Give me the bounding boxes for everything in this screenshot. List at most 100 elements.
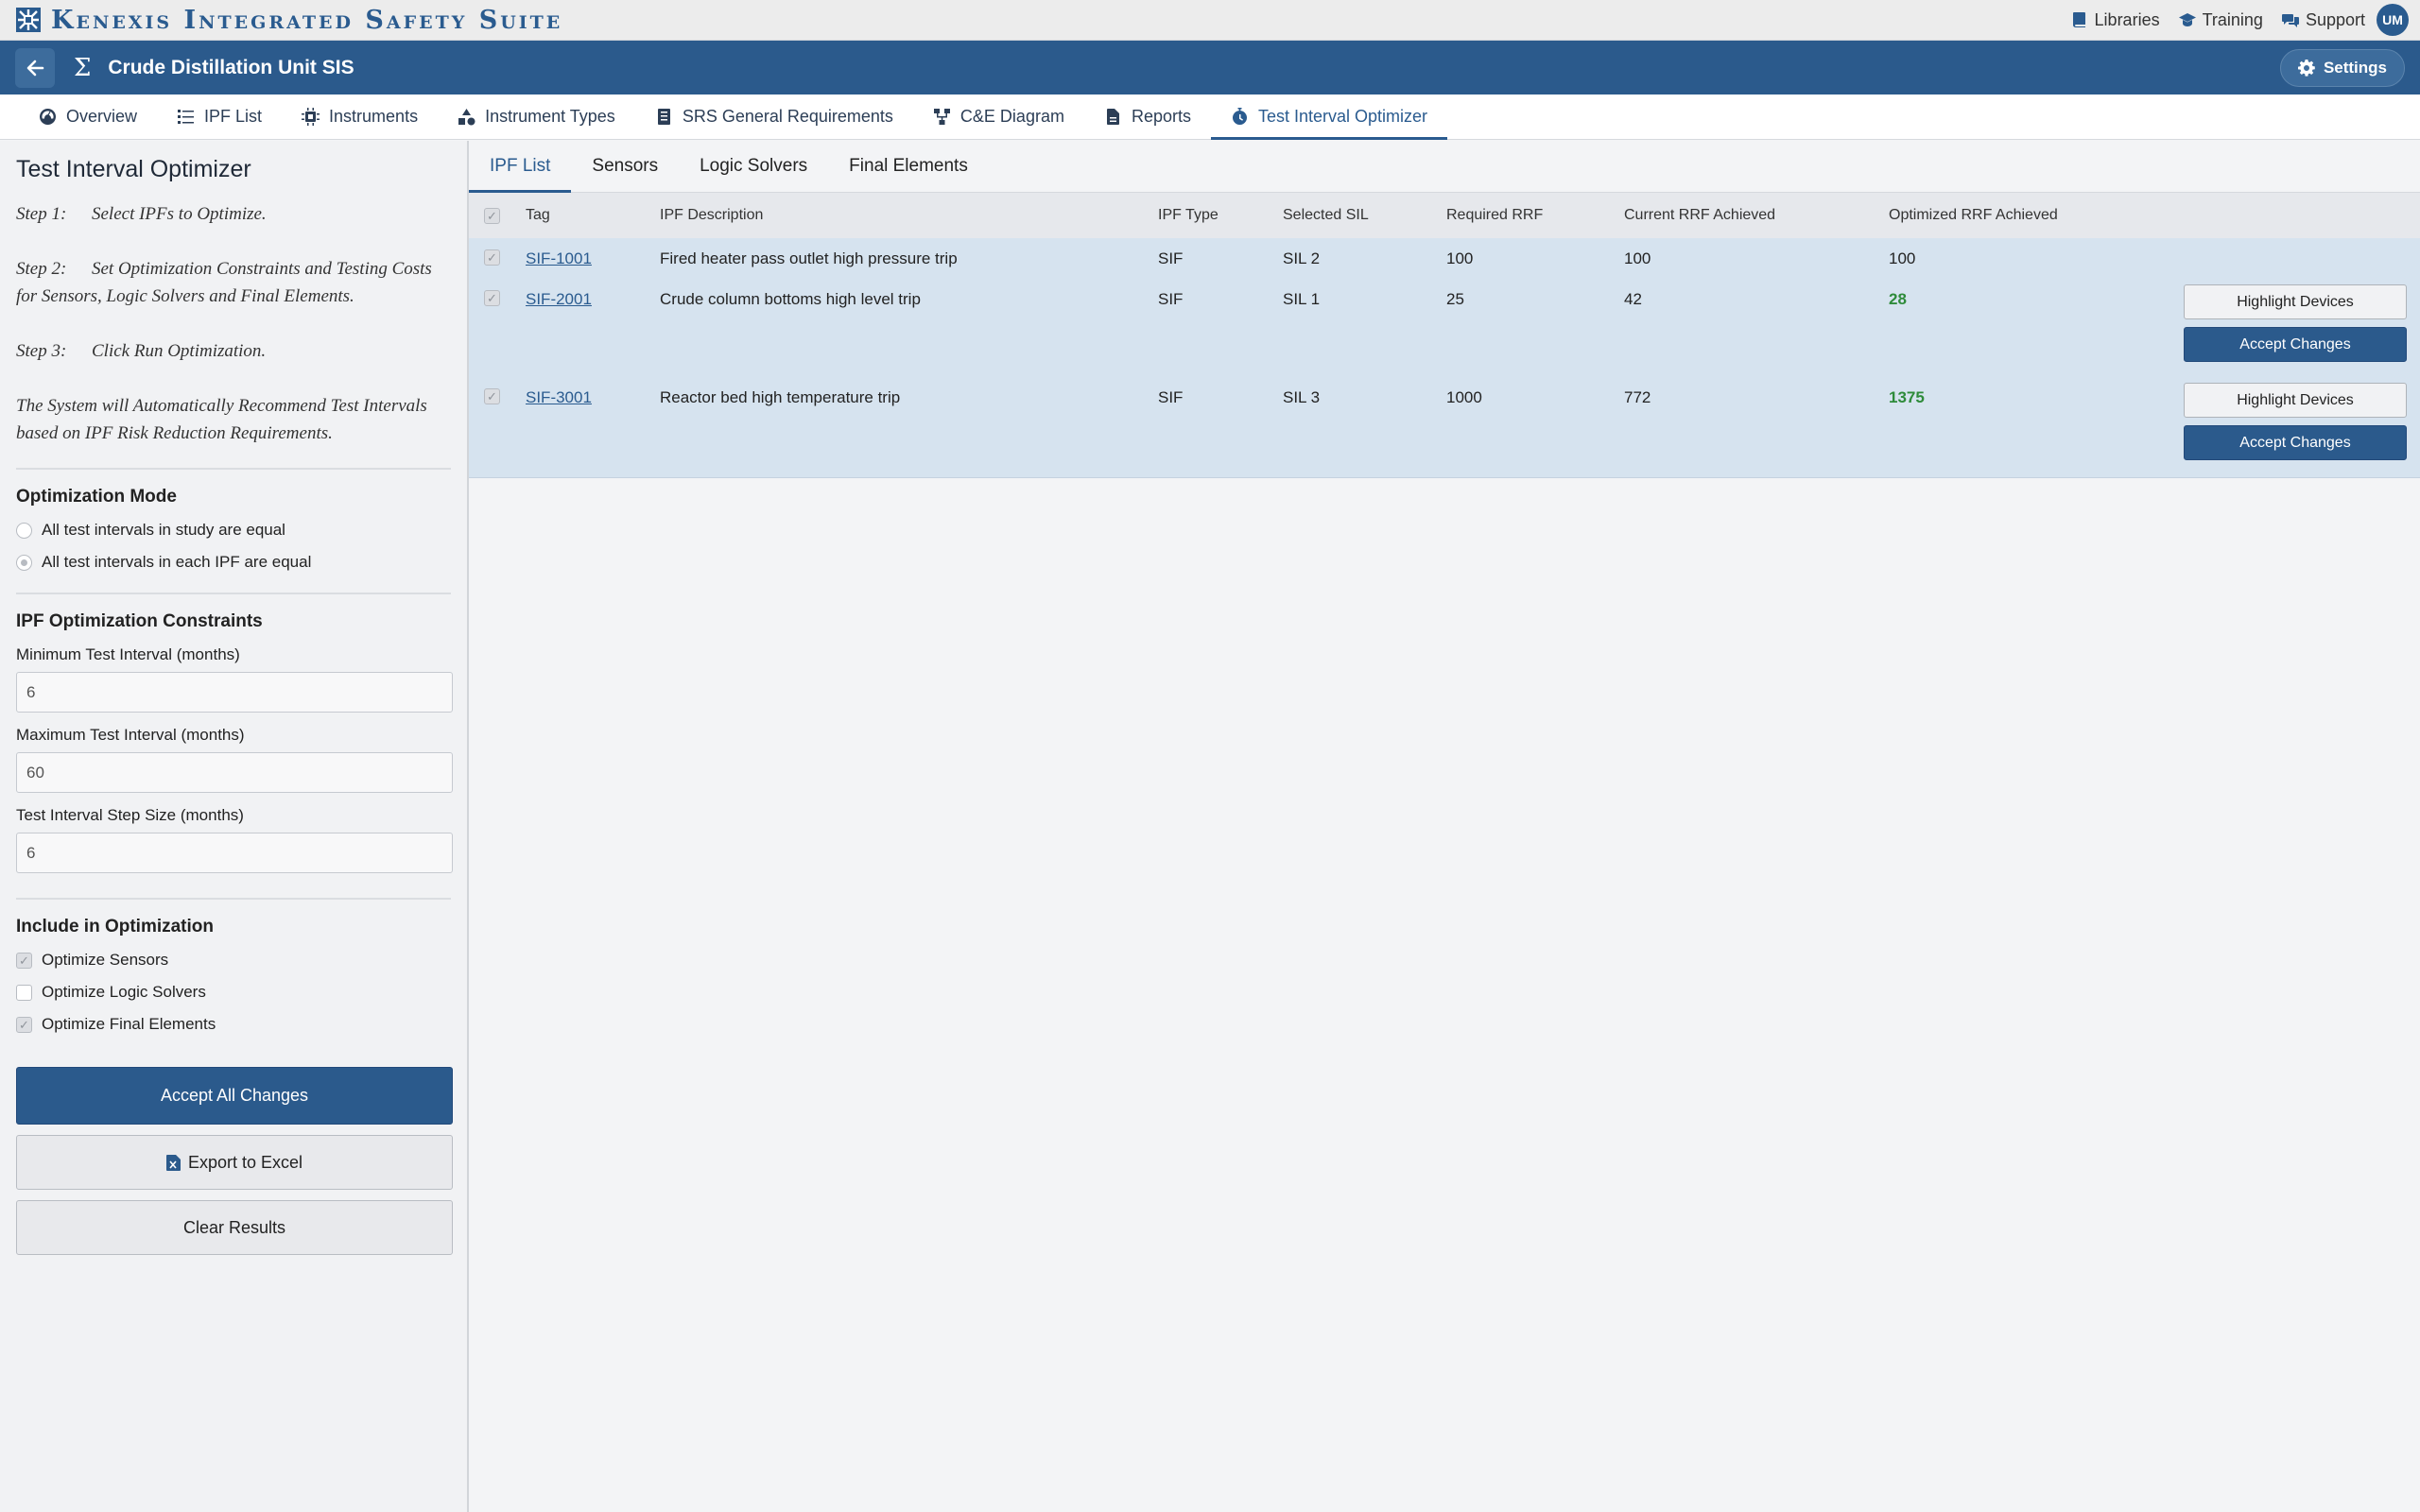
tab-srs-general-requirements-label: SRS General Requirements xyxy=(682,107,893,126)
subtab-ipf-list[interactable]: IPF List xyxy=(469,141,572,193)
libraries-link[interactable]: Libraries xyxy=(2071,10,2160,30)
min-interval-field[interactable]: 6 xyxy=(16,672,453,713)
row-checkbox[interactable]: ✓ xyxy=(484,249,500,266)
col-actions xyxy=(2182,193,2420,238)
step-1: Step 1: Select IPFs to Optimize. xyxy=(16,200,451,228)
col-ipf-description[interactable]: IPF Description xyxy=(660,193,1158,238)
optimize-final-elements-label: Optimize Final Elements xyxy=(42,1015,216,1033)
constraints-title: IPF Optimization Constraints xyxy=(16,611,263,631)
selected-sil: SIL 3 xyxy=(1283,388,1321,406)
gear-icon xyxy=(2297,59,2315,77)
tab-ce-diagram[interactable]: C&E Diagram xyxy=(913,94,1084,139)
divider xyxy=(16,468,451,470)
step-3-number: Step 3: xyxy=(16,341,67,361)
current-rrf: 772 xyxy=(1624,388,1651,406)
row-checkbox[interactable]: ✓ xyxy=(484,388,500,404)
export-to-excel-button[interactable]: Export to Excel xyxy=(16,1135,453,1190)
ipf-tag-link[interactable]: SIF-1001 xyxy=(526,249,592,267)
table-row: ✓ SIF-1001 Fired heater pass outlet high… xyxy=(469,238,2420,281)
chip-icon xyxy=(302,108,320,126)
highlight-devices-button[interactable]: Highlight Devices xyxy=(2184,284,2407,319)
ipf-tag-link[interactable]: SIF-2001 xyxy=(526,290,592,308)
optimized-rrf: 28 xyxy=(1889,290,1907,308)
tab-overview-label: Overview xyxy=(66,107,138,126)
highlight-devices-button[interactable]: Highlight Devices xyxy=(2184,383,2407,418)
tab-instruments[interactable]: Instruments xyxy=(282,94,438,139)
step-size-field[interactable]: 6 xyxy=(16,833,453,873)
subtab-logic-solvers[interactable]: Logic Solvers xyxy=(679,141,828,192)
tab-overview[interactable]: Overview xyxy=(19,94,157,139)
mode-option-ipf[interactable]: All test intervals in each IPF are equal xyxy=(16,553,451,572)
max-interval-field[interactable]: 60 xyxy=(16,752,453,793)
list-icon xyxy=(178,110,195,124)
col-required-rrf[interactable]: Required RRF xyxy=(1446,193,1624,238)
top-links: Libraries Training Support UM xyxy=(2071,4,2409,36)
tab-reports[interactable]: Reports xyxy=(1084,94,1211,139)
optimize-sensors-option[interactable]: ✓ Optimize Sensors xyxy=(16,951,451,970)
panel-title: Test Interval Optimizer xyxy=(16,156,251,182)
optimize-final-elements-checkbox[interactable]: ✓ xyxy=(16,1016,32,1033)
support-label: Support xyxy=(2305,9,2365,29)
stopwatch-icon xyxy=(1232,108,1247,126)
optimize-sensors-checkbox[interactable]: ✓ xyxy=(16,952,32,969)
ipf-type: SIF xyxy=(1158,249,1184,267)
accept-all-changes-button[interactable]: Accept All Changes xyxy=(16,1067,453,1125)
optimize-logic-solvers-option[interactable]: Optimize Logic Solvers xyxy=(16,983,451,1002)
required-rrf: 25 xyxy=(1446,290,1464,308)
current-rrf: 100 xyxy=(1624,249,1651,267)
document-list-icon xyxy=(657,109,670,125)
optimize-logic-solvers-checkbox[interactable] xyxy=(16,984,32,1001)
diagram-icon xyxy=(933,109,950,125)
tab-reports-label: Reports xyxy=(1131,107,1191,126)
col-tag[interactable]: Tag xyxy=(526,193,660,238)
radio-study-equal[interactable] xyxy=(16,522,32,539)
step-2: Step 2: Set Optimization Constraints and … xyxy=(16,255,451,310)
gauge-icon xyxy=(40,109,56,125)
project-title: Crude Distillation Unit SIS xyxy=(108,56,354,78)
file-icon xyxy=(1106,109,1119,125)
col-ipf-type[interactable]: IPF Type xyxy=(1158,193,1283,238)
top-bar: Kenexis Integrated Safety Suite Librarie… xyxy=(0,0,2420,41)
tab-instrument-types[interactable]: Instrument Types xyxy=(438,94,635,139)
subtab-sensors[interactable]: Sensors xyxy=(571,141,679,192)
col-optimized-rrf[interactable]: Optimized RRF Achieved xyxy=(1889,193,2182,238)
back-button[interactable] xyxy=(15,47,55,88)
col-current-rrf[interactable]: Current RRF Achieved xyxy=(1624,193,1889,238)
select-all-checkbox[interactable]: ✓ xyxy=(484,207,500,224)
accept-changes-button[interactable]: Accept Changes xyxy=(2184,327,2407,362)
training-link[interactable]: Training xyxy=(2178,9,2263,30)
tab-ipf-list[interactable]: IPF List xyxy=(157,94,282,139)
row-checkbox[interactable]: ✓ xyxy=(484,290,500,306)
accept-changes-button[interactable]: Accept Changes xyxy=(2184,425,2407,460)
selected-sil: SIL 2 xyxy=(1283,249,1321,267)
settings-label: Settings xyxy=(2323,58,2387,77)
ipf-description: Crude column bottoms high level trip xyxy=(660,290,921,308)
tab-instrument-types-label: Instrument Types xyxy=(485,107,615,126)
ipf-tag-link[interactable]: SIF-3001 xyxy=(526,388,592,406)
ipf-results-table: ✓ Tag IPF Description IPF Type Selected … xyxy=(469,193,2420,478)
optimization-mode-title: Optimization Mode xyxy=(16,487,177,507)
support-link[interactable]: Support xyxy=(2281,9,2365,30)
tab-srs-general-requirements[interactable]: SRS General Requirements xyxy=(635,94,913,139)
mode-option-study[interactable]: All test intervals in study are equal xyxy=(16,521,451,540)
current-rrf: 42 xyxy=(1624,290,1642,308)
row-actions: Highlight Devices Accept Changes xyxy=(2182,383,2420,460)
step-1-text: Select IPFs to Optimize. xyxy=(92,204,267,224)
training-label: Training xyxy=(2202,9,2263,29)
optimize-final-elements-option[interactable]: ✓ Optimize Final Elements xyxy=(16,1015,451,1034)
excel-file-icon xyxy=(165,1154,181,1171)
subtab-final-elements[interactable]: Final Elements xyxy=(828,141,989,192)
col-selected-sil[interactable]: Selected SIL xyxy=(1283,193,1446,238)
optimized-rrf: 100 xyxy=(1889,249,1916,267)
tab-instruments-label: Instruments xyxy=(329,107,419,126)
tab-test-interval-optimizer[interactable]: Test Interval Optimizer xyxy=(1210,94,1448,140)
tab-ipf-list-label: IPF List xyxy=(204,107,263,126)
clear-results-button[interactable]: Clear Results xyxy=(16,1200,453,1255)
user-avatar[interactable]: UM xyxy=(2377,4,2409,36)
divider xyxy=(16,898,451,900)
table-row: ✓ SIF-2001 Crude column bottoms high lev… xyxy=(469,281,2420,379)
radio-ipf-equal[interactable] xyxy=(16,554,32,571)
brand[interactable]: Kenexis Integrated Safety Suite xyxy=(15,6,562,35)
settings-button[interactable]: Settings xyxy=(2279,48,2405,87)
optimize-logic-solvers-label: Optimize Logic Solvers xyxy=(42,983,206,1001)
